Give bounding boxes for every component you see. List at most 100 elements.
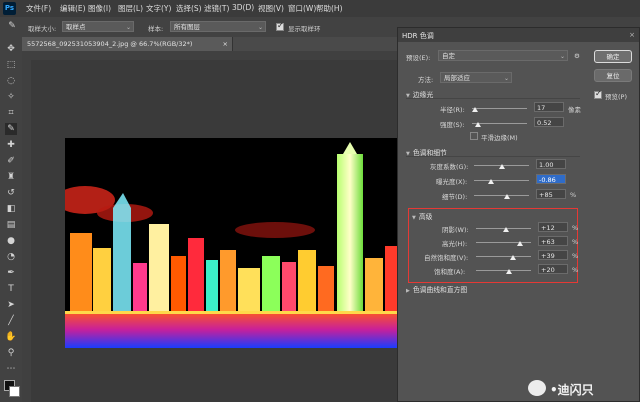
curve-histogram-title: 色调曲线和直方图: [412, 286, 468, 294]
method-dropdown[interactable]: 局部适应 ⌄: [440, 72, 512, 83]
vibrance-label: 自然饱和度(V):: [424, 254, 469, 262]
shadow-label: 阴影(W):: [442, 226, 469, 234]
radius-unit: 像素: [568, 106, 581, 114]
radius-slider[interactable]: [472, 108, 527, 109]
highlight-unit: %: [572, 238, 579, 246]
curve-histogram-section[interactable]: ▶ 色调曲线和直方图: [406, 284, 467, 294]
gradient-tool-icon[interactable]: ▤: [5, 219, 17, 231]
line-tool-icon[interactable]: ╱: [5, 315, 17, 327]
detail-slider-thumb[interactable]: [504, 194, 510, 199]
detail-unit: %: [570, 191, 577, 199]
vibrance-slider[interactable]: [476, 256, 531, 257]
lasso-tool-icon[interactable]: ◌: [5, 75, 17, 87]
close-tab-icon[interactable]: ×: [223, 40, 228, 48]
document-tab[interactable]: 5572568_092531053904_2.jpg @ 66.7%(RGB/3…: [22, 37, 233, 51]
hand-tool-icon[interactable]: ✋: [5, 331, 17, 343]
crop-tool-icon[interactable]: ⌗: [5, 107, 17, 119]
shadow-field[interactable]: +12: [538, 222, 568, 232]
menu-filter[interactable]: 滤镜(T): [204, 3, 229, 14]
menu-layer[interactable]: 图层(L): [118, 3, 143, 14]
exposure-label: 曝光度(X):: [436, 178, 468, 186]
preview-checkbox[interactable]: [594, 89, 602, 99]
disclosure-triangle-icon: ▼: [412, 215, 416, 221]
highlight-field[interactable]: +63: [538, 236, 568, 246]
path-select-icon[interactable]: ➤: [5, 299, 17, 311]
wechat-logo-icon: [528, 380, 546, 396]
advanced-title: 高级: [418, 213, 433, 221]
skyline-photo: [65, 138, 436, 348]
highlight-slider-thumb[interactable]: [517, 241, 523, 246]
gamma-field[interactable]: 1.00: [536, 159, 566, 169]
vibrance-slider-thumb[interactable]: [510, 255, 517, 260]
brush-tool-icon[interactable]: ✐: [5, 155, 17, 167]
gear-icon[interactable]: ⚙: [574, 52, 580, 60]
chevron-down-icon: ⌄: [503, 75, 509, 82]
eyedropper-tool-icon[interactable]: ✎: [5, 123, 17, 135]
reset-button[interactable]: 复位: [594, 69, 632, 82]
magic-wand-icon[interactable]: ✧: [5, 91, 17, 103]
dialog-titlebar[interactable]: HDR 色调 ×: [398, 28, 639, 42]
menu-help[interactable]: 帮助(H): [316, 3, 343, 14]
menu-view[interactable]: 视图(V): [258, 3, 284, 14]
hdr-toning-dialog: HDR 色调 × 预设(E): 自定 ⌄ ⚙ 确定 复位 预览(P) 方法: 局…: [397, 27, 640, 402]
more-tools-icon[interactable]: ⋯: [5, 363, 17, 375]
ok-button[interactable]: 确定: [594, 50, 632, 63]
strength-field[interactable]: 0.52: [534, 117, 564, 127]
advanced-section[interactable]: ▼ 高级: [412, 211, 432, 221]
close-icon[interactable]: ×: [629, 31, 635, 39]
sample-size-label: 取样大小:: [28, 25, 57, 33]
document-tab-title: 5572568_092531053904_2.jpg @ 66.7%(RGB/3…: [27, 40, 193, 48]
gamma-slider-thumb[interactable]: [498, 164, 505, 169]
pen-tool-icon[interactable]: ✒: [5, 267, 17, 279]
sample-size-value: 取样点: [66, 23, 86, 31]
photoshop-logo-icon: Ps: [3, 2, 16, 15]
saturation-slider-thumb[interactable]: [506, 269, 512, 274]
detail-slider[interactable]: [474, 195, 529, 196]
vibrance-field[interactable]: +39: [538, 250, 568, 260]
saturation-slider[interactable]: [476, 270, 531, 271]
exposure-slider[interactable]: [474, 180, 529, 181]
radius-field[interactable]: 17: [534, 102, 564, 112]
menu-3d[interactable]: 3D(D): [232, 3, 254, 12]
strength-slider-thumb[interactable]: [474, 122, 481, 127]
exposure-slider-thumb[interactable]: [487, 179, 494, 184]
saturation-field[interactable]: +20: [538, 264, 568, 274]
saturation-unit: %: [572, 266, 579, 274]
zoom-tool-icon[interactable]: ⚲: [5, 347, 17, 359]
detail-field[interactable]: +85: [536, 189, 566, 199]
shadow-slider-thumb[interactable]: [503, 227, 510, 232]
blur-tool-icon[interactable]: ●: [5, 235, 17, 247]
sample-dropdown[interactable]: 所有图层 ⌄: [170, 21, 266, 32]
menu-file[interactable]: 文件(F): [26, 3, 51, 14]
smooth-edges-checkbox[interactable]: [470, 132, 478, 140]
menu-select[interactable]: 选择(S): [176, 3, 202, 14]
move-tool-icon[interactable]: ✥: [5, 43, 17, 55]
divider: [406, 98, 580, 99]
radius-slider-thumb[interactable]: [471, 107, 478, 112]
highlight-label: 高光(H):: [442, 240, 468, 248]
preset-dropdown[interactable]: 自定 ⌄: [438, 50, 568, 61]
dodge-tool-icon[interactable]: ◔: [5, 251, 17, 263]
menu-type[interactable]: 文字(Y): [146, 3, 171, 14]
menu-image[interactable]: 图像(I): [88, 3, 111, 14]
clone-stamp-icon[interactable]: ♜: [5, 171, 17, 183]
sample-label: 样本:: [148, 25, 164, 33]
eraser-tool-icon[interactable]: ◧: [5, 203, 17, 215]
preset-value: 自定: [442, 52, 455, 60]
menu-edit[interactable]: 编辑(E): [60, 3, 86, 14]
history-brush-icon[interactable]: ↺: [5, 187, 17, 199]
menu-window[interactable]: 窗口(W): [288, 3, 316, 14]
show-ring-checkbox[interactable]: [276, 21, 284, 31]
sample-size-dropdown[interactable]: 取样点 ⌄: [62, 21, 134, 32]
background-color-swatch[interactable]: [9, 386, 20, 397]
exposure-field[interactable]: -0.86: [536, 174, 566, 184]
marquee-tool-icon[interactable]: ⬚: [5, 59, 17, 71]
shadow-unit: %: [572, 224, 579, 232]
eyedropper-icon[interactable]: ✎: [6, 20, 18, 32]
method-label: 方法:: [418, 76, 434, 84]
vibrance-unit: %: [572, 252, 579, 260]
type-tool-icon[interactable]: T: [5, 283, 17, 295]
gamma-label: 灰度系数(G):: [430, 163, 469, 171]
sample-value: 所有图层: [174, 23, 200, 31]
healing-brush-icon[interactable]: ✚: [5, 139, 17, 151]
